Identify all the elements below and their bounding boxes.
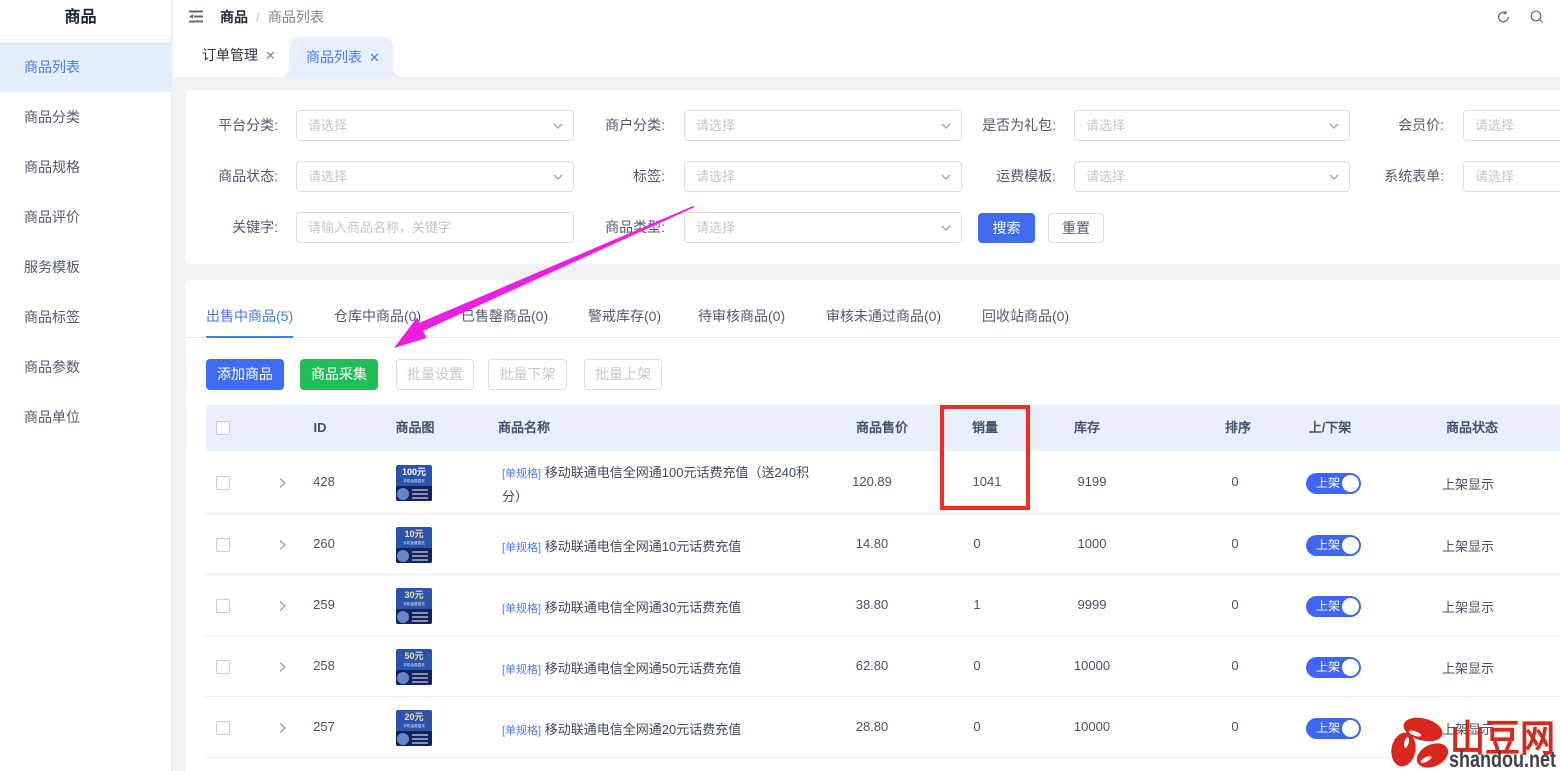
svg-text:shandou.net: shandou.net — [1449, 746, 1556, 771]
